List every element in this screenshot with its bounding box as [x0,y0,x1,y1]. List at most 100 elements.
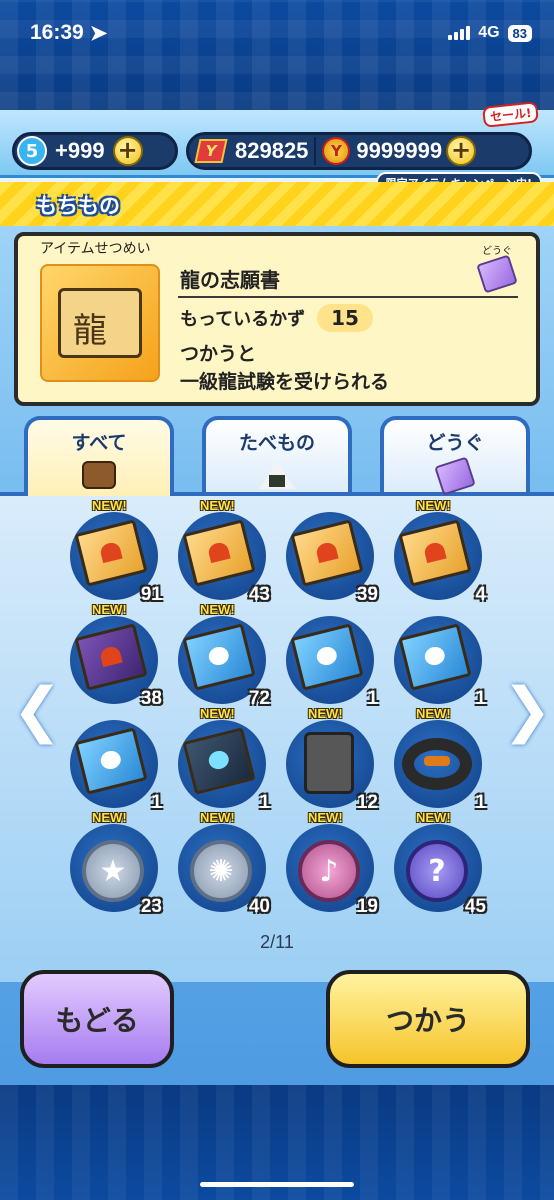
item-slot[interactable]: ? NEW! 45 [390,810,486,917]
item-quantity: 45 [464,896,486,917]
bag-icon [82,461,116,489]
item-slot[interactable]: NEW! 4 [390,498,486,605]
use-button-label: つかう [385,1004,470,1037]
stamina-value: +999 [55,138,105,163]
item-quantity: 23 [140,896,162,917]
add-stamina-button[interactable]: + [112,136,143,166]
item-quantity: 91 [140,584,162,605]
item-slot[interactable]: 1 [282,608,378,709]
item-quantity: 72 [248,688,270,709]
item-slot[interactable]: ✺ NEW! 40 [174,810,270,917]
item-quantity: 39 [356,584,378,605]
new-badge: NEW! [308,810,343,825]
item-quantity: 1 [259,792,270,813]
currency-divider [314,137,317,165]
music-medal-icon: ♪ [298,840,360,902]
new-badge: NEW! [200,810,235,825]
item-category: どうぐ [476,242,518,294]
star-medal-icon: ★ [82,840,144,902]
new-badge: NEW! [416,498,451,513]
signal-icon [448,26,471,40]
tab-food-label: たべもの [238,432,315,454]
title-strip: もちもの [0,182,554,226]
tab-food[interactable]: たべもの [202,416,352,492]
item-quantity: 1 [475,688,486,709]
item-slot[interactable]: NEW! 1 [390,706,486,813]
item-quantity: 1 [367,688,378,709]
new-badge: NEW! [416,706,451,721]
battery-icon: 83 [507,24,532,42]
plate-icon [304,732,354,794]
item-slot[interactable]: NEW! 43 [174,498,270,605]
item-quantity: 4 [475,584,486,605]
question-medal-icon: ? [406,840,468,902]
tab-all[interactable]: すべて [24,416,174,496]
description-line-1: つかうと [180,343,257,365]
description-section-label: アイテムせつめい [36,238,155,258]
item-slot[interactable]: NEW! 12 [282,706,378,813]
status-right: 4G 83 [448,24,532,42]
silver-medal-icon: ✺ [190,840,252,902]
item-quantity: 1 [151,792,162,813]
item-slot[interactable]: 39 [282,504,378,605]
item-slot[interactable]: NEW! 72 [174,602,270,709]
description-line-2: 一級龍試験を受けられる [180,371,390,393]
stamina-pill: 5 +999 + [12,132,178,170]
item-quantity: 43 [248,584,270,605]
back-button[interactable]: もどる [20,970,174,1068]
new-badge: NEW! [200,498,235,513]
network-label: 4G [478,24,500,41]
item-slot[interactable]: NEW! 91 [66,498,162,605]
prev-page-arrow-icon[interactable]: ❮ [12,660,62,760]
dragon-scroll-icon [58,288,142,358]
location-arrow-icon: ➤ [89,21,108,45]
item-slot[interactable]: 1 [66,712,162,813]
item-quantity: 38 [140,688,162,709]
page-title: もちもの [36,194,120,218]
ticket-icon [476,254,518,294]
category-label: どうぐ [482,246,512,257]
sale-badge[interactable]: セール! [481,101,539,128]
onigiri-icon [259,461,295,489]
next-page-arrow-icon[interactable]: ❯ [502,660,552,760]
new-badge: NEW! [92,498,127,513]
ring-icon [402,738,472,790]
item-quantity: 19 [356,896,378,917]
item-quantity: 12 [356,792,378,813]
new-badge: NEW! [200,602,235,617]
clock-text: 16:39 [30,21,84,44]
currency-header: 5 +999 + Y 829825 Y 9999999 + セール! 限定アイテ… [0,101,554,194]
name-divider [178,296,518,298]
home-indicator[interactable] [200,1182,354,1187]
new-badge: NEW! [308,706,343,721]
item-slot[interactable]: NEW! 38 [66,602,162,709]
tab-tools[interactable]: どうぐ [380,416,530,496]
item-quantity: 1 [475,792,486,813]
new-badge: NEW! [200,706,235,721]
ticket-icon [434,456,476,496]
money-amount: 9999999 [356,138,443,163]
selected-item-thumbnail [40,264,160,382]
add-currency-button[interactable]: + [446,136,477,166]
item-slot[interactable]: ★ NEW! 23 [66,810,162,917]
item-description-text: つかうと 一級龍試験を受けられる [180,340,389,396]
item-name: 龍の志願書 [180,268,280,292]
new-badge: NEW! [92,810,127,825]
y-coin-icon: Y [194,139,228,163]
page-indicator: 2/11 [260,932,294,952]
stamina-level-badge: 5 [17,136,47,166]
use-button[interactable]: つかう [326,970,530,1068]
item-count-row: もっているかず 15 [180,304,373,332]
new-badge: NEW! [416,810,451,825]
tab-tools-label: どうぐ [426,432,484,454]
tab-all-label: すべて [71,432,127,454]
count-label: もっているかず [180,309,306,330]
currency-pill: Y 829825 Y 9999999 + [186,132,532,170]
status-time: 16:39 ➤ [30,21,107,46]
item-description-card: アイテムせつめい 龍の志願書 もっているかず 15 つかうと 一級龍試験を受けら… [14,232,540,406]
item-slot[interactable]: ♪ NEW! 19 [282,810,378,917]
item-slot[interactable]: NEW! 1 [174,706,270,813]
back-button-label: もどる [55,1004,139,1037]
item-slot[interactable]: 1 [390,608,486,709]
y-coin-amount: 829825 [235,138,309,163]
